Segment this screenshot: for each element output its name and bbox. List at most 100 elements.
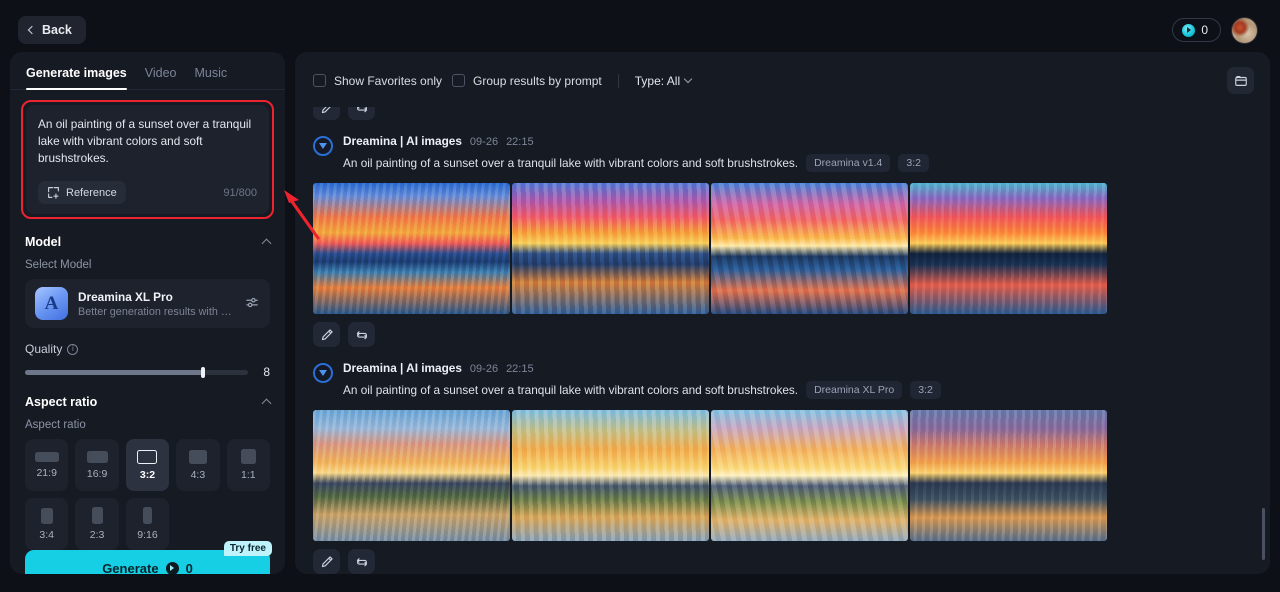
add-image-icon xyxy=(48,187,59,200)
tab-music-label: Music xyxy=(194,66,228,80)
aspect-ratio-label: 1:1 xyxy=(240,469,256,482)
checkbox-icon[interactable] xyxy=(313,74,326,87)
sidebar-tabs: Generate images Video Music xyxy=(10,52,285,90)
aspect-ratio-label: 16:9 xyxy=(86,467,108,480)
result-image[interactable] xyxy=(512,410,709,541)
regenerate-icon xyxy=(356,330,367,339)
main-body: Generate images Video Music An oil paint… xyxy=(10,52,1270,574)
result-image[interactable] xyxy=(910,410,1107,541)
result-image[interactable] xyxy=(313,183,510,314)
result-image[interactable] xyxy=(313,410,510,541)
quality-slider-fill xyxy=(25,369,204,375)
aspect-ratio-4-3[interactable]: 4:3 xyxy=(176,439,220,492)
aspect-ratio-21-9[interactable]: 21:9 xyxy=(25,439,69,492)
regenerate-button[interactable] xyxy=(348,107,375,120)
tab-generate-images[interactable]: Generate images xyxy=(26,66,127,90)
aspect-ratio-3-2[interactable]: 3:2 xyxy=(125,439,170,492)
result-meta: Dreamina | AI images 09-26 22:15 xyxy=(343,134,1254,148)
result-thumbnails xyxy=(313,410,1254,541)
show-favorites-checkbox[interactable]: Show Favorites only xyxy=(313,74,442,88)
generation-sidebar: Generate images Video Music An oil paint… xyxy=(10,52,285,574)
prompt-input-area[interactable]: An oil painting of a sunset over a tranq… xyxy=(26,105,269,215)
annotation-arrow xyxy=(284,190,320,240)
aspect-ratio-shape xyxy=(40,507,53,524)
result-ratio-tag: 3:2 xyxy=(898,154,929,172)
edit-button[interactable] xyxy=(313,549,340,574)
reference-label: Reference xyxy=(66,186,117,199)
result-model-tag: Dreamina v1.4 xyxy=(806,154,891,172)
aspect-section-header[interactable]: Aspect ratio xyxy=(25,395,272,410)
result-image[interactable] xyxy=(711,410,908,541)
chevron-up-icon[interactable] xyxy=(261,398,272,409)
generate-cost: 0 xyxy=(185,560,193,574)
model-card[interactable]: A Dreamina XL Pro Better generation resu… xyxy=(25,279,270,329)
chevron-left-icon xyxy=(27,25,37,35)
quality-slider-handle[interactable] xyxy=(201,366,206,378)
result-block: Dreamina | AI images 09-26 22:15 An oil pai… xyxy=(313,361,1254,574)
aspect-ratio-shape xyxy=(240,449,256,465)
regenerate-button[interactable] xyxy=(348,322,375,347)
aspect-ratio-shape xyxy=(34,451,59,462)
regenerate-button[interactable] xyxy=(348,549,375,574)
result-action-row xyxy=(313,549,1254,574)
quality-slider[interactable] xyxy=(25,366,248,378)
chevron-up-icon[interactable] xyxy=(261,238,272,249)
result-ratio-tag: 3:2 xyxy=(910,381,941,399)
coin-icon xyxy=(1182,23,1196,37)
checkbox-icon[interactable] xyxy=(452,74,466,87)
aspect-ratio-1-1[interactable]: 1:1 xyxy=(226,439,270,492)
model-name: Dreamina XL Pro xyxy=(78,289,173,304)
aspect-ratio-label: 2:3 xyxy=(89,529,105,542)
result-description: An oil painting of a sunset over a tranq… xyxy=(343,383,799,397)
result-meta: Dreamina | AI images 09-26 22:15 xyxy=(343,361,1254,375)
tab-video[interactable]: Video xyxy=(145,66,177,89)
result-header: Dreamina | AI images 09-26 22:15 An oil pai… xyxy=(313,134,1254,172)
aspect-ratio-3-4[interactable]: 3:4 xyxy=(25,498,69,551)
try-free-badge: Try free xyxy=(223,541,272,557)
avatar[interactable] xyxy=(1231,16,1258,44)
sliders-icon[interactable] xyxy=(245,296,260,311)
result-image[interactable] xyxy=(910,183,1107,314)
result-image[interactable] xyxy=(512,183,709,314)
aspect-ratio-shape xyxy=(137,449,158,464)
tab-music[interactable]: Music xyxy=(195,66,228,89)
group-results-checkbox[interactable]: Group results by prompt xyxy=(452,74,602,88)
edit-button[interactable] xyxy=(313,107,340,120)
dreamina-app-window: Back 0 Generate images Video Music An oi… xyxy=(0,0,1280,592)
results-scrollbar[interactable] xyxy=(1262,508,1265,560)
aspect-ratio-label: 9:16 xyxy=(137,529,158,542)
group-results-label: Group results by prompt xyxy=(473,73,602,88)
aspect-ratio-shape xyxy=(142,507,152,525)
aspect-ratio-16-9[interactable]: 16:9 xyxy=(75,439,119,492)
tab-generate-images-label: Generate images xyxy=(26,66,127,80)
model-thumbnail: A xyxy=(35,287,68,321)
aspect-ratio-9-16[interactable]: 9:16 xyxy=(125,498,170,551)
result-header: Dreamina | AI images 09-26 22:15 An oil pai… xyxy=(313,361,1254,399)
quality-label: Quality xyxy=(25,342,63,357)
result-thumbnails xyxy=(313,183,1254,314)
info-icon[interactable]: i xyxy=(67,343,79,355)
model-section-title: Model xyxy=(25,235,62,250)
archive-panel-button[interactable] xyxy=(1227,67,1254,94)
prompt-text[interactable]: An oil painting of a sunset over a tranq… xyxy=(38,116,257,167)
top-bar: Back 0 xyxy=(10,8,1270,52)
model-description: Better generation results with profes... xyxy=(78,305,235,318)
aspect-ratio-section: Aspect ratio Aspect ratio 21:9 16:9 3:2 4:3… xyxy=(10,379,285,551)
generate-label: Generate xyxy=(102,560,159,574)
back-button[interactable]: Back xyxy=(18,16,86,44)
reference-button[interactable]: Reference xyxy=(38,181,126,205)
select-model-label: Select Model xyxy=(25,259,92,272)
result-image[interactable] xyxy=(711,183,908,314)
result-date: 09-26 xyxy=(469,363,499,375)
aspect-ratio-label: 21:9 xyxy=(36,466,57,479)
show-favorites-label: Show Favorites only xyxy=(334,73,443,88)
type-filter-dropdown[interactable]: Type: All xyxy=(635,74,693,88)
aspect-section-title: Aspect ratio xyxy=(25,395,98,410)
edit-icon xyxy=(321,328,333,340)
results-list: Dreamina | AI images 09-26 22:15 An oil pai… xyxy=(295,107,1270,574)
edit-button[interactable] xyxy=(313,322,340,347)
result-model-tag: Dreamina XL Pro xyxy=(806,381,903,399)
credits-pill[interactable]: 0 xyxy=(1172,18,1221,42)
model-section-header[interactable]: Model xyxy=(25,235,272,250)
aspect-ratio-2-3[interactable]: 2:3 xyxy=(75,498,119,551)
